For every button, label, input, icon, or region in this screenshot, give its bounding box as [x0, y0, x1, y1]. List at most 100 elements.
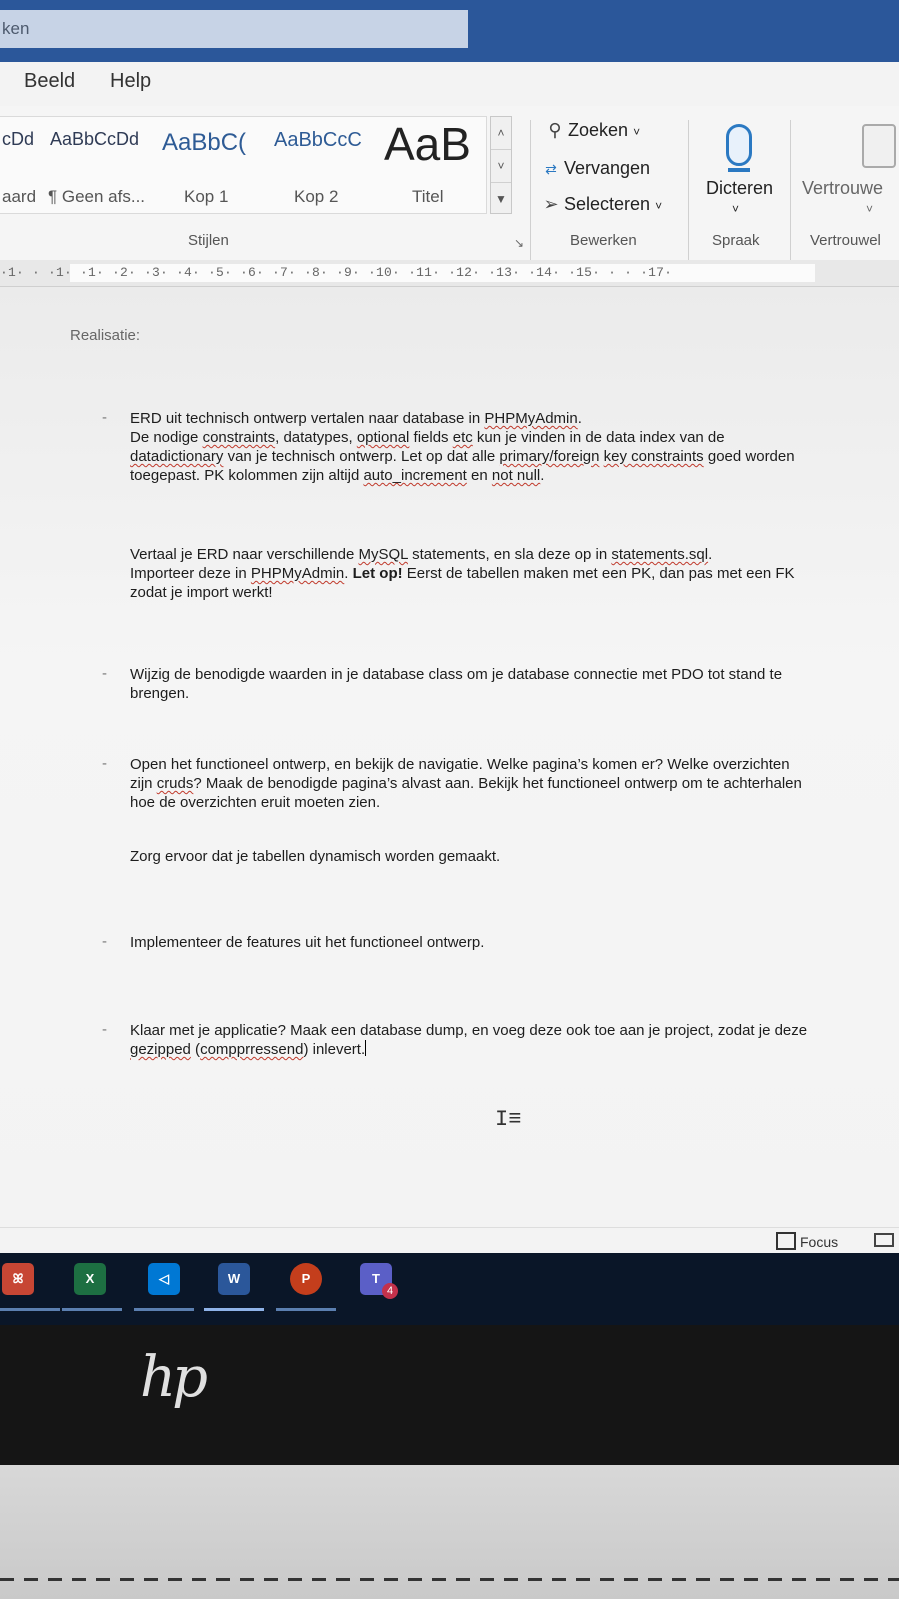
spelling-error: compprressend: [200, 1041, 304, 1058]
list-bullet: -: [102, 1021, 107, 1038]
chevron-down-icon: ˅: [633, 125, 641, 139]
text-run: kun je vinden in de data index van de: [472, 429, 725, 446]
style-name: ¶ Geen afs...: [48, 187, 146, 206]
text-run: .: [577, 410, 582, 427]
focus-label: Focus: [800, 1234, 839, 1250]
ribbon: cDd aard AaBbCcDd ¶ Geen afs... AaBbC( K…: [0, 106, 899, 261]
menu-bar: Beeld Help: [0, 62, 899, 106]
notification-badge: 4: [382, 1283, 398, 1299]
excel-app-icon[interactable]: X: [74, 1263, 106, 1295]
ribbon-separator: [688, 120, 689, 260]
word-app-icon[interactable]: W: [218, 1263, 250, 1295]
spelling-error: constraints: [202, 429, 276, 446]
paragraph-sql[interactable]: Vertaal je ERD naar verschillende MySQL …: [130, 545, 810, 602]
cursor-icon: ➢: [543, 194, 559, 214]
spelling-error: statements.sql: [611, 546, 709, 563]
running-indicator: [62, 1308, 122, 1311]
chevron-down-icon[interactable]: ˅: [732, 202, 739, 216]
text-run: .: [344, 565, 353, 582]
style-name: Kop 2: [294, 187, 339, 206]
style-tile-titel[interactable]: AaB Titel: [378, 117, 482, 213]
text-run: .: [540, 467, 545, 484]
running-indicator: [204, 1308, 264, 1311]
running-indicator: [0, 1308, 60, 1311]
menu-help[interactable]: Help: [110, 70, 151, 93]
chevron-down-icon[interactable]: ˅: [866, 202, 873, 216]
hp-logo: hp: [140, 1345, 208, 1410]
text-run: Klaar met je applicatie? Maak een databa…: [130, 1022, 808, 1039]
spelling-error: MySQL: [358, 546, 408, 563]
zoeken-button[interactable]: ⚲ Zoeken ˅: [544, 120, 640, 141]
dicteren-button[interactable]: Dicteren: [706, 178, 773, 199]
menu-beeld[interactable]: Beeld: [24, 70, 75, 93]
search-box[interactable]: ken: [0, 10, 468, 48]
list-bullet: -: [102, 933, 107, 950]
paragraph-dump[interactable]: Klaar met je applicatie? Maak een databa…: [130, 1021, 810, 1059]
paragraph-features[interactable]: Implementeer de features uit het functio…: [130, 933, 810, 952]
text-run: Vertaal je ERD naar verschillende: [130, 546, 359, 563]
search-icon: ⚲: [548, 120, 562, 140]
styles-group-label: Stijlen: [188, 232, 229, 249]
vervangen-label: Vervangen: [564, 158, 651, 178]
replace-icon: ⇄: [545, 161, 557, 177]
text-run: (: [190, 1041, 201, 1058]
spelling-error: gezipped: [130, 1041, 191, 1058]
bewerken-group-label: Bewerken: [570, 232, 637, 249]
focus-button[interactable]: Focus: [776, 1232, 838, 1250]
style-tile-kop1[interactable]: AaBbC( Kop 1: [160, 117, 270, 213]
vertrouwelijkheid-group-label: Vertrouwel: [810, 232, 881, 249]
screen: ken Beeld Help cDd aard AaBbCcDd ¶ Geen …: [0, 0, 899, 1325]
style-tile-geen-afstand[interactable]: AaBbCcDd ¶ Geen afs...: [48, 117, 158, 213]
paragraph-tabellen[interactable]: Zorg ervoor dat je tabellen dynamisch wo…: [130, 847, 810, 866]
spelling-error: primary/foreign: [499, 448, 600, 465]
bold-text: Let op!: [352, 565, 403, 582]
styles-gallery: cDd aard AaBbCcDd ¶ Geen afs... AaBbC( K…: [0, 116, 487, 214]
focus-icon: [776, 1232, 796, 1250]
paragraph-functioneel[interactable]: Open het functioneel ontwerp, en bekijk …: [130, 755, 810, 812]
zoeken-label: Zoeken: [568, 120, 629, 140]
style-tile-kop2[interactable]: AaBbCcC Kop 2: [272, 117, 372, 213]
powerpoint-app-icon[interactable]: P: [290, 1263, 322, 1295]
document-page[interactable]: Realisatie: - ERD uit technisch ontwerp …: [0, 287, 899, 1227]
spelling-error: cruds: [156, 775, 194, 792]
ruler-numbers: ·1· · ·1· ·1· ·2· ·3· ·4· ·5· ·6· ·7· ·8…: [0, 265, 673, 280]
spelling-error: etc: [452, 429, 473, 446]
text-run: van je technisch ontwerp. Let op dat all…: [223, 448, 500, 465]
vervangen-button[interactable]: ⇄ Vervangen: [540, 158, 650, 179]
style-name: Titel: [412, 187, 444, 206]
style-sample: AaBbCcDd: [50, 129, 140, 149]
microphone-icon[interactable]: [726, 124, 752, 166]
text-run: fields: [409, 429, 453, 446]
spelling-error: not null: [491, 467, 541, 484]
text-run: ? Maak de benodigde pagina’s alvast aan.…: [130, 775, 802, 811]
paragraph-erd[interactable]: ERD uit technisch ontwerp vertalen naar …: [130, 409, 810, 485]
chevron-down-icon[interactable]: ˅: [491, 150, 511, 183]
vscode-app-icon[interactable]: ◁: [148, 1263, 180, 1295]
chevron-down-icon: ˅: [655, 199, 663, 213]
paragraph-pdo[interactable]: Wijzig de benodigde waarden in je databa…: [130, 665, 810, 703]
laptop-bezel: hp: [0, 1325, 899, 1465]
spelling-error: optional: [356, 429, 410, 446]
styles-gallery-scroll[interactable]: ˄ ˅ ▼: [490, 116, 512, 214]
style-name: Kop 1: [184, 187, 229, 206]
list-bullet: -: [102, 755, 107, 772]
text-run: en: [466, 467, 492, 484]
sensitivity-icon[interactable]: [862, 124, 896, 168]
read-mode-icon[interactable]: [874, 1233, 894, 1247]
horizontal-ruler[interactable]: ·1· · ·1· ·1· ·2· ·3· ·4· ·5· ·6· ·7· ·8…: [0, 260, 899, 287]
dialog-launcher-icon[interactable]: ↘: [514, 236, 524, 250]
more-styles-icon[interactable]: ▼: [491, 183, 511, 215]
text-run: ) inlevert.: [303, 1041, 366, 1058]
style-tile-standaard[interactable]: cDd aard: [0, 117, 40, 213]
running-indicator: [276, 1308, 336, 1311]
text-run: De nodige: [130, 429, 203, 446]
text-run: statements, en sla deze op in: [407, 546, 612, 563]
vertrouwelijkheid-button[interactable]: Vertrouwe: [802, 178, 883, 199]
xampp-app-icon[interactable]: ꕤ: [2, 1263, 34, 1295]
ribbon-separator: [790, 120, 791, 260]
running-indicator: [134, 1308, 194, 1311]
section-heading: Realisatie:: [70, 327, 141, 344]
chevron-up-icon[interactable]: ˄: [491, 117, 511, 150]
text-cursor: [365, 1040, 367, 1056]
selecteren-button[interactable]: ➢ Selecteren ˅: [540, 194, 662, 215]
